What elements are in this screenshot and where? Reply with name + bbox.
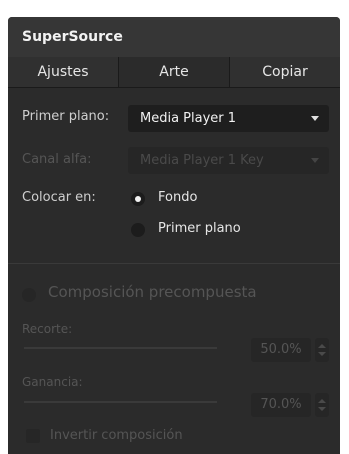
- place-label: Colocar en:: [22, 190, 96, 205]
- invert-key-label: Invertir composición: [50, 428, 183, 443]
- place-foreground-label[interactable]: Primer plano: [158, 221, 241, 236]
- clip-label: Recorte:: [22, 322, 73, 336]
- chevron-down-icon: [311, 158, 319, 163]
- divider: [8, 263, 340, 264]
- place-foreground-radio[interactable]: [131, 223, 145, 237]
- arrow-up-icon: [318, 399, 326, 403]
- arrow-down-icon: [318, 407, 326, 411]
- tab-arte[interactable]: Arte: [119, 57, 230, 87]
- supersource-panel: SuperSource Ajustes Arte Copiar Primer p…: [8, 17, 340, 454]
- foreground-select[interactable]: Media Player 1: [128, 105, 329, 132]
- panel-title: SuperSource: [8, 17, 340, 57]
- premultiplied-label: Composición precompuesta: [48, 283, 257, 301]
- invert-key-checkbox: [26, 429, 40, 443]
- place-background-radio[interactable]: [131, 192, 145, 206]
- key-select-value: Media Player 1 Key: [140, 153, 264, 168]
- place-background-label[interactable]: Fondo: [158, 190, 197, 205]
- foreground-select-value: Media Player 1: [140, 111, 237, 126]
- clip-stepper: [315, 338, 329, 362]
- gain-slider: [24, 401, 217, 403]
- arrow-up-icon: [318, 344, 326, 348]
- tab-bar: Ajustes Arte Copiar: [8, 57, 340, 88]
- arrow-down-icon: [318, 352, 326, 356]
- gain-stepper: [315, 393, 329, 417]
- clip-slider: [24, 347, 217, 349]
- key-select: Media Player 1 Key: [128, 147, 329, 174]
- chevron-down-icon: [311, 116, 319, 121]
- foreground-label: Primer plano:: [22, 109, 110, 124]
- key-label: Canal alfa:: [22, 152, 92, 167]
- tab-ajustes[interactable]: Ajustes: [8, 57, 119, 87]
- gain-value-field: 70.0%: [251, 393, 311, 417]
- gain-label: Ganancia:: [22, 375, 83, 389]
- premultiplied-radio: [22, 288, 36, 302]
- clip-value-field: 50.0%: [251, 338, 311, 362]
- tab-copiar[interactable]: Copiar: [230, 57, 340, 87]
